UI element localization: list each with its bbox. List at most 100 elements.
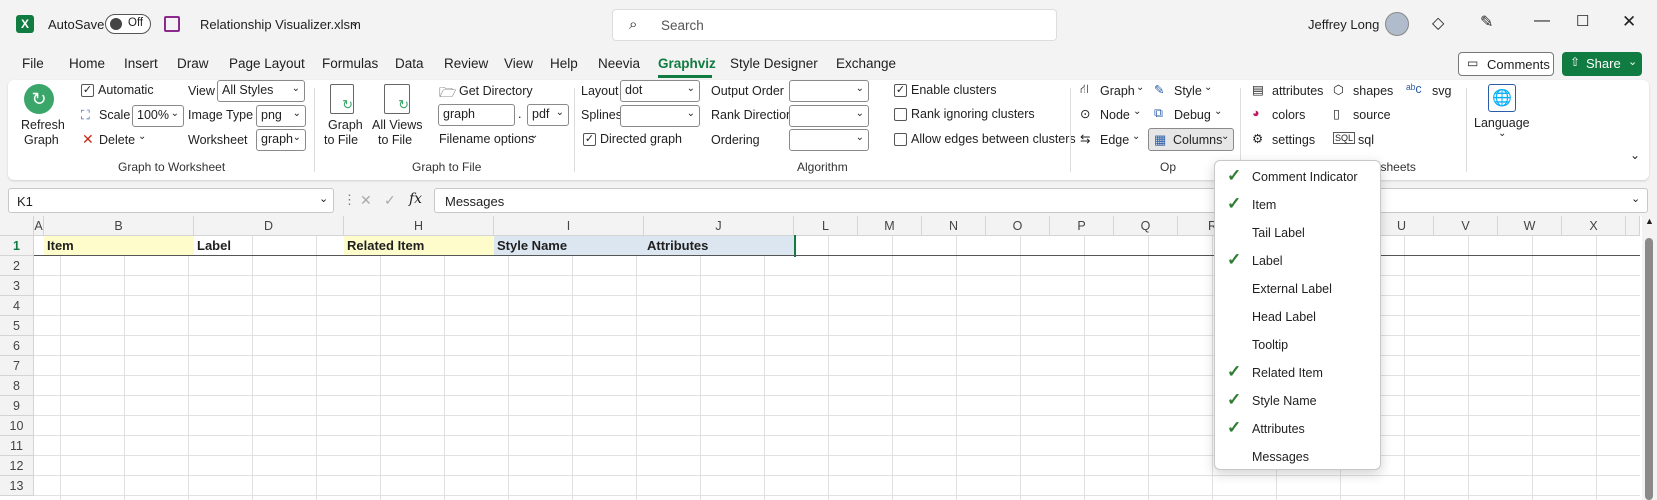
- worksheet-dropdown[interactable]: graph ⌄: [256, 129, 306, 151]
- svg-button[interactable]: svg: [1432, 84, 1451, 98]
- splines-dropdown[interactable]: ⌄: [620, 105, 700, 127]
- view-dropdown[interactable]: All Styles ⌄: [217, 80, 305, 102]
- menu-item-head-label[interactable]: Head Label: [1215, 303, 1380, 331]
- delete-button[interactable]: Delete: [99, 133, 135, 147]
- output-order-dropdown[interactable]: ⌄: [789, 80, 869, 102]
- header-cell-related-item[interactable]: Related Item: [344, 236, 494, 256]
- row-header[interactable]: 5: [0, 316, 34, 336]
- column-header[interactable]: H: [344, 216, 494, 236]
- row-header[interactable]: 13: [0, 476, 34, 496]
- menu-view[interactable]: View: [504, 56, 533, 71]
- node-button[interactable]: Node: [1100, 108, 1130, 122]
- close-icon[interactable]: ✕: [1622, 12, 1636, 32]
- menu-help[interactable]: Help: [550, 56, 578, 71]
- automatic-checkbox[interactable]: ✓: [81, 84, 94, 97]
- menu-item-related-item[interactable]: ✓ Related Item: [1215, 359, 1380, 387]
- share-button[interactable]: ⇧ Share ⌄: [1562, 52, 1642, 76]
- row-header[interactable]: 8: [0, 376, 34, 396]
- menu-draw[interactable]: Draw: [177, 56, 209, 71]
- edge-button[interactable]: Edge: [1100, 133, 1129, 147]
- row-header[interactable]: 3: [0, 276, 34, 296]
- column-header[interactable]: I: [494, 216, 644, 236]
- save-icon[interactable]: [164, 16, 180, 32]
- menu-item-tooltip[interactable]: Tooltip: [1215, 331, 1380, 359]
- graph-to-file-button[interactable]: ↻ Graph to File: [320, 82, 364, 152]
- allow-edges-checkbox[interactable]: [894, 133, 907, 146]
- row-header[interactable]: 4: [0, 296, 34, 316]
- column-header[interactable]: N: [922, 216, 986, 236]
- diamond-icon[interactable]: ◇: [1432, 13, 1444, 33]
- menu-item-item[interactable]: ✓ Item: [1215, 191, 1380, 219]
- column-header[interactable]: M: [858, 216, 922, 236]
- graph-button[interactable]: Graph: [1100, 84, 1135, 98]
- menu-item-tail-label[interactable]: Tail Label: [1215, 219, 1380, 247]
- selected-cell-k1[interactable]: [794, 235, 804, 257]
- row-header[interactable]: 1: [0, 236, 34, 256]
- scrollbar-thumb[interactable]: [1645, 238, 1653, 500]
- enable-clusters-checkbox[interactable]: ✓: [894, 84, 907, 97]
- rank-ignoring-clusters-checkbox[interactable]: [894, 108, 907, 121]
- menu-item-comment-indicator[interactable]: ✓ Comment Indicator: [1215, 163, 1380, 191]
- cancel-icon[interactable]: ✕: [360, 192, 372, 209]
- minimize-icon[interactable]: —: [1534, 12, 1550, 30]
- menu-insert[interactable]: Insert: [124, 56, 158, 71]
- autosave-toggle[interactable]: Off: [105, 14, 151, 34]
- chevron-down-icon[interactable]: ⌄: [350, 16, 359, 29]
- column-header[interactable]: X: [1562, 216, 1626, 236]
- insert-function-button[interactable]: fx: [409, 191, 422, 207]
- menu-data[interactable]: Data: [395, 56, 424, 71]
- comments-button[interactable]: ▭ Comments: [1458, 52, 1554, 76]
- name-box[interactable]: K1 ⌄: [8, 188, 334, 213]
- maximize-icon[interactable]: ☐: [1576, 12, 1589, 30]
- filename-options-button[interactable]: Filename options: [439, 132, 534, 146]
- header-cell-style-name[interactable]: Style Name: [494, 236, 644, 256]
- scale-dropdown[interactable]: 100% ⌄: [132, 105, 184, 127]
- menu-home[interactable]: Home: [69, 56, 105, 71]
- menu-exchange[interactable]: Exchange: [836, 56, 896, 71]
- column-header[interactable]: J: [644, 216, 794, 236]
- menu-review[interactable]: Review: [444, 56, 488, 71]
- user-name[interactable]: Jeffrey Long: [1308, 17, 1379, 32]
- row-header[interactable]: 11: [0, 436, 34, 456]
- directed-graph-checkbox[interactable]: ✓: [583, 133, 596, 146]
- sql-button[interactable]: sql: [1358, 133, 1374, 147]
- scroll-up-icon[interactable]: ▲: [1645, 216, 1654, 226]
- rank-direction-dropdown[interactable]: ⌄: [789, 105, 869, 127]
- ribbon-collapse-icon[interactable]: ⌄: [1630, 148, 1640, 162]
- row-header[interactable]: 9: [0, 396, 34, 416]
- columns-button[interactable]: ▦ Columns ⌄: [1148, 128, 1234, 151]
- menu-item-attributes[interactable]: ✓ Attributes: [1215, 415, 1380, 443]
- debug-button[interactable]: Debug: [1174, 108, 1211, 122]
- avatar[interactable]: [1385, 12, 1409, 36]
- menu-formulas[interactable]: Formulas: [322, 56, 378, 71]
- image-type-dropdown[interactable]: png ⌄: [256, 105, 306, 127]
- menu-file[interactable]: File: [22, 56, 44, 71]
- file-name-input[interactable]: graph: [438, 104, 515, 126]
- column-header[interactable]: L: [794, 216, 858, 236]
- style-button[interactable]: Style: [1174, 84, 1202, 98]
- pen-icon[interactable]: ✎: [1480, 12, 1493, 32]
- menu-graphviz[interactable]: Graphviz: [658, 56, 716, 71]
- column-header[interactable]: O: [986, 216, 1050, 236]
- menu-item-messages[interactable]: Messages: [1215, 443, 1380, 471]
- row-header[interactable]: 7: [0, 356, 34, 376]
- row-header[interactable]: 10: [0, 416, 34, 436]
- file-ext-dropdown[interactable]: pdf ⌄: [527, 104, 569, 126]
- all-views-to-file-button[interactable]: ↻ All Views to File: [370, 82, 426, 152]
- enter-icon[interactable]: ✓: [384, 192, 396, 209]
- menu-style-designer[interactable]: Style Designer: [730, 56, 818, 71]
- settings-button[interactable]: settings: [1272, 133, 1315, 147]
- column-header[interactable]: D: [194, 216, 344, 236]
- formula-input[interactable]: Messages ⌄: [434, 188, 1648, 213]
- vertical-scrollbar[interactable]: ▲: [1642, 216, 1657, 500]
- select-all-corner[interactable]: [0, 216, 34, 236]
- refresh-graph-button[interactable]: ↻ Refresh Graph: [16, 82, 65, 152]
- header-cell-item[interactable]: Item: [44, 236, 194, 256]
- column-header[interactable]: W: [1498, 216, 1562, 236]
- shapes-button[interactable]: shapes: [1353, 84, 1393, 98]
- search-input[interactable]: ⌕ Search: [612, 9, 1057, 41]
- worksheet-grid[interactable]: A B D H I J L M N O P Q R U V W X 1 2 3 …: [0, 216, 1657, 500]
- attributes-button[interactable]: attributes: [1272, 84, 1323, 98]
- menu-item-label[interactable]: ✓ Label: [1215, 247, 1380, 275]
- column-header[interactable]: A: [34, 216, 44, 236]
